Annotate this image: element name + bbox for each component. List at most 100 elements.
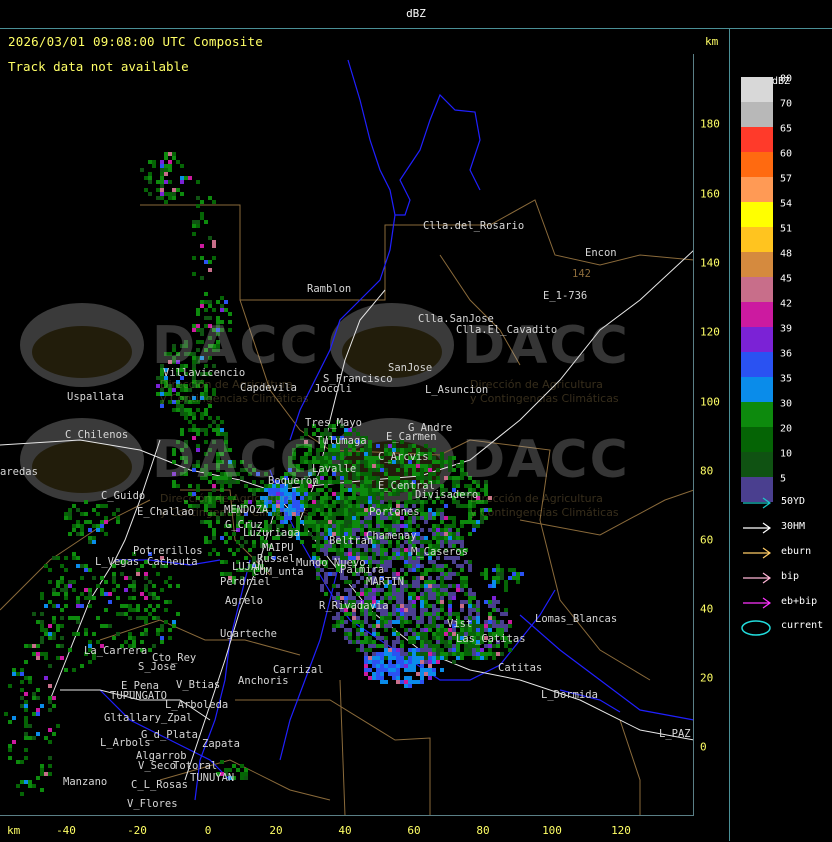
arrow-icon — [743, 597, 772, 609]
place-label: Totoral — [173, 760, 218, 772]
x-tick-label: 80 — [476, 824, 490, 837]
place-label: Agrelo — [225, 595, 263, 607]
scale-swatch — [741, 127, 773, 152]
place-label: MENDOZA — [224, 504, 269, 516]
place-label: C_Guido — [101, 490, 146, 502]
place-label: Vist — [447, 618, 473, 630]
track-legend-label: eburn — [781, 546, 812, 557]
scale-label: 42 — [780, 298, 793, 310]
place-label: Cacheuta — [147, 556, 198, 568]
place-label: Jocoli — [314, 383, 352, 395]
scale-label: 54 — [780, 198, 793, 210]
axis-unit-top: km — [705, 35, 719, 48]
arrow-icon — [743, 547, 772, 559]
place-label: Clla.del_Rosario — [423, 220, 525, 232]
track-legend-50yd: 50YD — [741, 495, 831, 511]
scale-swatch — [741, 302, 773, 327]
scale-label: 65 — [780, 123, 793, 135]
scale-label: 60 — [780, 148, 793, 160]
place-label: 142 — [572, 268, 591, 280]
scale-swatch — [741, 202, 773, 227]
place-label: C_Arcvis — [378, 451, 429, 463]
place-label: Boquerón — [268, 475, 319, 487]
scale-label: 51 — [780, 223, 793, 235]
place-label: Zapata — [202, 738, 240, 750]
scale-swatch — [741, 277, 773, 302]
scale-label: 80 — [780, 73, 793, 85]
x-tick-label: 100 — [542, 824, 562, 837]
x-tick-label: 40 — [338, 824, 352, 837]
track-legend-label: 30HM — [781, 521, 806, 532]
place-label: E_Challao — [137, 506, 194, 518]
place-label: L_Vegas — [95, 556, 140, 568]
scale-swatch — [741, 377, 773, 402]
place-label: Palmira — [340, 564, 385, 576]
scale-swatch — [741, 452, 773, 477]
place-label: Beltran — [329, 535, 374, 547]
track-legend-eburn: eburn — [741, 545, 831, 561]
place-label: Catitas — [498, 662, 543, 674]
place-label: E_1-736 — [543, 290, 588, 302]
x-tick-label: -40 — [56, 824, 76, 837]
track-legend-label: eb+bip — [781, 596, 818, 607]
place-label: Chamenay — [366, 530, 417, 542]
arrow-icon — [743, 497, 772, 509]
place-label: Uspallata — [67, 391, 124, 403]
scale-label: 20 — [780, 423, 793, 435]
y-tick-label: 40 — [700, 602, 714, 616]
place-label: V_Seco — [138, 760, 176, 772]
x-tick-label: 60 — [407, 824, 421, 837]
scale-label: 45 — [780, 273, 793, 285]
place-label: L_Asuncion — [425, 384, 489, 396]
x-tick-label: 0 — [204, 824, 212, 837]
scale-swatch — [741, 227, 773, 252]
scale-swatch — [741, 402, 773, 427]
scale-label: 70 — [780, 98, 793, 110]
place-label: C_Chilenos — [65, 429, 129, 441]
place-label: Portones — [369, 506, 420, 518]
place-label: L_Arbols — [100, 737, 151, 749]
place-label: L_PAZ — [659, 728, 691, 740]
y-tick-label: 0 — [700, 740, 707, 754]
scale-label: 57 — [780, 173, 793, 185]
place-label: Las_Catitas — [456, 633, 526, 645]
scale-label: 10 — [780, 448, 793, 460]
ellipse-icon — [741, 620, 771, 636]
y-tick-label: 100 — [700, 395, 720, 409]
track-legend-current: current — [741, 619, 831, 636]
place-label: Lomas_Blancas — [535, 613, 618, 625]
y-tick-label: 60 — [700, 533, 714, 547]
place-label: V_Btias — [176, 679, 221, 691]
place-label: TUNUYAN — [190, 772, 235, 784]
place-label: R_Rivadavia — [319, 600, 389, 612]
track-legend-30hm: 30HM — [741, 520, 831, 536]
place-label: Lavalle — [312, 463, 357, 475]
scale-swatch — [741, 177, 773, 202]
y-tick-label: 20 — [700, 671, 714, 685]
place-label: Ramblon — [307, 283, 352, 295]
y-tick-label: 160 — [700, 187, 720, 201]
place-label: C_L_Rosas — [131, 779, 188, 791]
x-tick-label: -20 — [127, 824, 147, 837]
place-label: Ugarteche — [220, 628, 277, 640]
place-label: S_Jose — [138, 661, 176, 673]
place-label: SanJose — [388, 362, 433, 374]
scale-swatch — [741, 327, 773, 352]
place-label: La_Carrera — [84, 645, 148, 657]
y-tick-label: 140 — [700, 256, 720, 270]
scale-swatch — [741, 252, 773, 277]
track-legend-bip: bip — [741, 570, 831, 586]
track-legend-label: current — [781, 620, 824, 631]
place-label: Tres_Mayo — [305, 417, 362, 429]
place-label: Encon — [585, 247, 617, 259]
scale-swatch — [741, 152, 773, 177]
place-label: M_Caseros — [411, 546, 468, 558]
scale-label: 30 — [780, 398, 793, 410]
scale-swatch — [741, 352, 773, 377]
track-legend-label: 50YD — [781, 496, 806, 507]
scale-label: 36 — [780, 348, 793, 360]
place-label: Luzuriaga — [243, 527, 300, 539]
x-tick-label: 120 — [611, 824, 631, 837]
place-label: MARTIN — [366, 576, 404, 588]
place-label: TUPUNGATO — [110, 690, 167, 702]
